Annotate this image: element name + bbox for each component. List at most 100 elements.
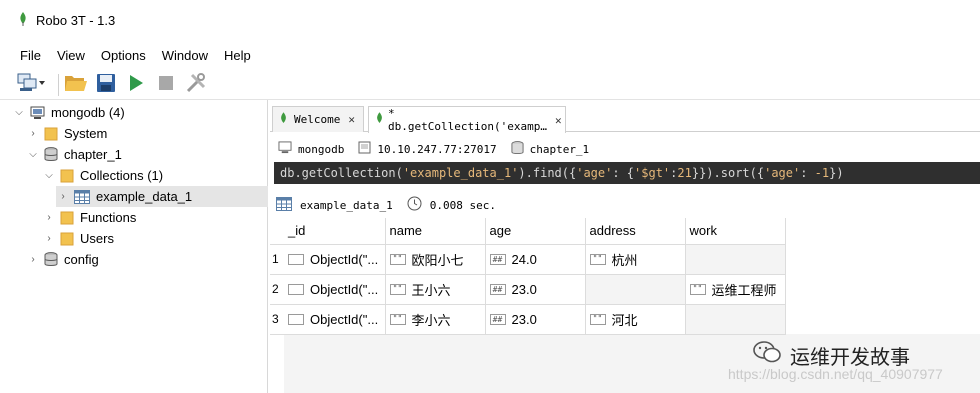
connection-database: chapter_1 bbox=[511, 140, 589, 158]
cell-address[interactable]: "" 杭州 bbox=[585, 244, 686, 275]
clock-icon bbox=[407, 196, 422, 214]
folder-icon bbox=[60, 232, 74, 246]
menu-file[interactable]: File bbox=[12, 44, 49, 67]
query-fn: ).find({ bbox=[518, 166, 577, 180]
cell-id[interactable]: ObjectId("... bbox=[284, 244, 386, 275]
collection-table-icon bbox=[74, 189, 90, 204]
column-header[interactable]: address bbox=[585, 218, 686, 245]
chevron-down-icon[interactable]: ⌵ bbox=[26, 149, 40, 160]
tab-query[interactable]: * db.getCollection('examp… ✕ bbox=[368, 106, 566, 133]
menu-help[interactable]: Help bbox=[216, 44, 259, 67]
tree-label: Functions bbox=[80, 210, 137, 225]
menu-view[interactable]: View bbox=[49, 44, 93, 67]
window-title: Robo 3T - 1.3 bbox=[36, 12, 116, 28]
run-button[interactable] bbox=[123, 72, 149, 98]
table-row[interactable]: 1 ObjectId("... "" 欧阳小七 ## 24.0 "" 杭州 bbox=[270, 244, 786, 275]
server-icon bbox=[278, 141, 292, 157]
cell-work[interactable]: "" 运维工程师 bbox=[685, 274, 786, 305]
close-icon[interactable]: ✕ bbox=[348, 113, 355, 126]
chevron-right-icon[interactable]: › bbox=[26, 128, 40, 139]
query-fn: : bbox=[670, 166, 678, 180]
close-icon[interactable]: ✕ bbox=[555, 114, 562, 127]
toolbar-separator bbox=[58, 73, 59, 96]
query-key: 'age' bbox=[764, 166, 801, 180]
connection-info-bar: mongodb 10.10.247.77:27017 chapter_1 bbox=[270, 138, 980, 160]
query-fn: : { bbox=[612, 166, 635, 180]
connect-button[interactable] bbox=[14, 72, 50, 98]
cell-id[interactable]: ObjectId("... bbox=[284, 274, 386, 305]
database-icon bbox=[511, 140, 524, 158]
chevron-right-icon[interactable]: › bbox=[42, 212, 56, 223]
menu-options[interactable]: Options bbox=[93, 44, 154, 67]
column-header[interactable]: work bbox=[685, 218, 786, 245]
number-type-icon: ## bbox=[489, 314, 506, 326]
open-folder-icon bbox=[64, 73, 88, 96]
document-icon bbox=[288, 314, 304, 326]
connection-address: 10.10.247.77:27017 bbox=[358, 141, 497, 157]
query-fn: : bbox=[800, 166, 815, 180]
cell-work[interactable] bbox=[685, 304, 786, 335]
tree-label: mongodb (4) bbox=[51, 105, 125, 120]
open-button[interactable] bbox=[63, 72, 89, 98]
tree-label: chapter_1 bbox=[64, 147, 122, 162]
tab-welcome[interactable]: Welcome ✕ bbox=[272, 106, 364, 132]
cell-name[interactable]: "" 王小六 bbox=[385, 274, 486, 305]
query-number: -1 bbox=[814, 166, 830, 180]
query-editor[interactable]: db.getCollection('example_data_1').find(… bbox=[274, 162, 980, 184]
table-row[interactable]: 2 ObjectId("... "" 王小六 ## 23.0 "" 运维工程师 bbox=[270, 274, 786, 305]
folder-icon bbox=[44, 127, 58, 141]
menu-window[interactable]: Window bbox=[154, 44, 216, 67]
column-header[interactable]: _id bbox=[284, 218, 386, 245]
table-row[interactable]: 3 ObjectId("... "" 李小六 ## 23.0 "" 河北 bbox=[270, 304, 786, 335]
query-number: 21 bbox=[677, 166, 692, 180]
string-type-icon: "" bbox=[689, 283, 706, 295]
cell-age[interactable]: ## 24.0 bbox=[485, 244, 586, 275]
row-number-header bbox=[270, 218, 284, 245]
tree-label: Collections (1) bbox=[80, 168, 164, 183]
document-icon bbox=[288, 284, 304, 296]
cell-name[interactable]: "" 欧阳小七 bbox=[385, 244, 486, 275]
cell-age[interactable]: ## 23.0 bbox=[485, 304, 586, 335]
database-icon bbox=[44, 147, 58, 162]
tree-label: example_data_1 bbox=[96, 189, 193, 204]
tab-label: * db.getCollection('examp… bbox=[388, 107, 547, 133]
cell-id[interactable]: ObjectId("... bbox=[284, 304, 386, 335]
explorer-sidebar: ⌵ mongodb (4) › System ⌵ chapter_1 ⌵ Col… bbox=[0, 100, 268, 393]
tree-item-collections[interactable]: ⌵ Collections (1) bbox=[42, 165, 163, 186]
chevron-right-icon[interactable]: › bbox=[56, 191, 70, 202]
tools-button[interactable] bbox=[183, 72, 209, 98]
column-header[interactable]: name bbox=[385, 218, 486, 245]
tree-item-config[interactable]: › config bbox=[26, 249, 98, 270]
mongo-leaf-icon bbox=[279, 111, 288, 128]
tree-item-example-data-1[interactable]: › example_data_1 bbox=[56, 186, 268, 207]
chevron-right-icon[interactable]: › bbox=[42, 233, 56, 244]
cell-address[interactable]: "" 河北 bbox=[585, 304, 686, 335]
tree-item-system[interactable]: › System bbox=[26, 123, 107, 144]
row-number: 1 bbox=[270, 244, 284, 275]
tab-strip: Welcome ✕ * db.getCollection('examp… ✕ bbox=[270, 104, 980, 133]
tree-item-mongodb[interactable]: ⌵ mongodb (4) bbox=[12, 102, 125, 123]
cell-work[interactable] bbox=[685, 244, 786, 275]
stop-icon bbox=[158, 75, 174, 94]
tree-label: System bbox=[64, 126, 108, 141]
chevron-right-icon[interactable]: › bbox=[26, 254, 40, 265]
tools-icon bbox=[185, 72, 207, 97]
cell-name[interactable]: "" 李小六 bbox=[385, 304, 486, 335]
chevron-down-icon[interactable]: ⌵ bbox=[12, 107, 26, 118]
cell-address[interactable] bbox=[585, 274, 686, 305]
save-button[interactable] bbox=[93, 72, 119, 98]
stop-button[interactable] bbox=[153, 72, 179, 98]
column-header[interactable]: age bbox=[485, 218, 586, 245]
tree-label: Users bbox=[80, 231, 114, 246]
title-bar: Robo 3T - 1.3 bbox=[0, 0, 980, 40]
query-fn: db.getCollection( bbox=[280, 166, 403, 180]
query-collection-string: 'example_data_1' bbox=[402, 166, 519, 180]
chevron-down-icon[interactable]: ⌵ bbox=[42, 170, 56, 181]
row-number: 2 bbox=[270, 274, 284, 305]
tree-item-functions[interactable]: › Functions bbox=[42, 207, 136, 228]
database-icon bbox=[44, 252, 58, 267]
document-icon bbox=[288, 254, 304, 266]
tree-item-chapter-1[interactable]: ⌵ chapter_1 bbox=[26, 144, 122, 165]
cell-age[interactable]: ## 23.0 bbox=[485, 274, 586, 305]
tree-item-users[interactable]: › Users bbox=[42, 228, 114, 249]
